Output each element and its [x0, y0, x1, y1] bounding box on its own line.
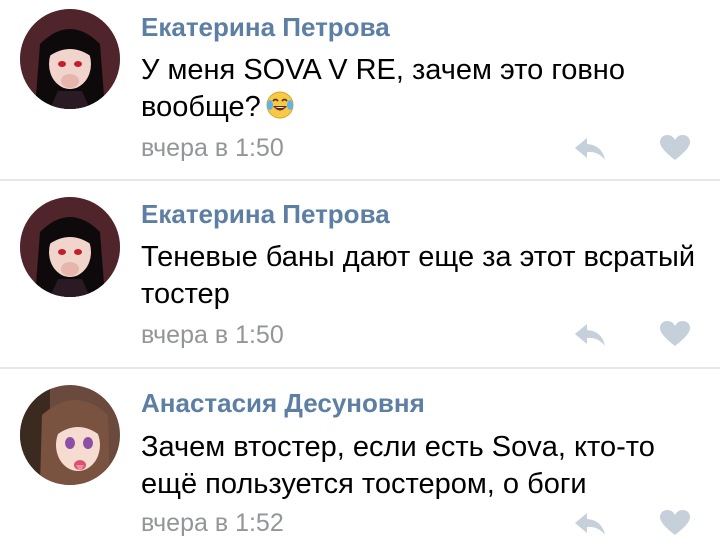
avatar[interactable] — [20, 197, 120, 297]
heart-icon[interactable] — [660, 510, 690, 536]
comment-timestamp[interactable]: вчера в 1:52 — [141, 509, 284, 538]
comment-item: Екатерина Петрова Теневые баны дают еще … — [0, 181, 720, 367]
heart-icon[interactable] — [660, 135, 690, 161]
comment-text: Зачем втостер, если есть Sova, кто-то ещ… — [141, 431, 655, 500]
comment-author[interactable]: Екатерина Петрова — [141, 199, 390, 230]
comment-author[interactable]: Екатерина Петрова — [141, 12, 390, 43]
comment-item: Анастасия Десуновня Зачем втостер, если … — [0, 369, 720, 553]
comment-text: Теневые баны дают еще за этот всратый то… — [141, 241, 696, 310]
reply-arrow-icon[interactable] — [573, 511, 607, 537]
comment-timestamp[interactable]: вчера в 1:50 — [141, 321, 284, 350]
heart-icon[interactable] — [660, 321, 690, 347]
tears-of-joy-emoji — [265, 90, 295, 130]
comment-timestamp[interactable]: вчера в 1:50 — [141, 134, 284, 163]
avatar[interactable] — [20, 9, 120, 109]
avatar[interactable] — [20, 385, 120, 485]
comment-text-body: У меня SOVA V RE, зачем это говно вообще… — [141, 54, 625, 123]
reply-arrow-icon[interactable] — [573, 322, 607, 348]
reply-arrow-icon[interactable] — [573, 136, 607, 162]
comment-author[interactable]: Анастасия Десуновня — [141, 388, 425, 419]
comment-item: Екатерина Петрова У меня SOVA V RE, заче… — [0, 0, 720, 180]
comment-text: У меня SOVA V RE, зачем это говно вообще… — [141, 52, 711, 130]
